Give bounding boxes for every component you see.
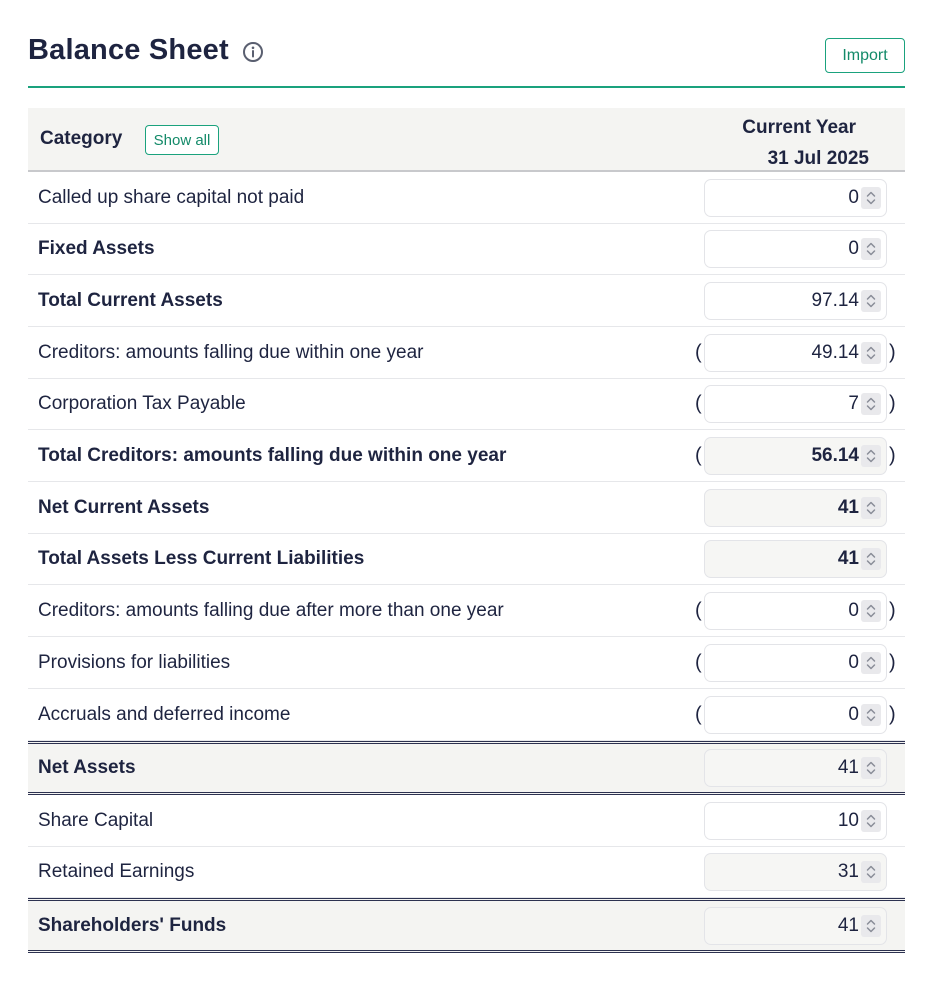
period-column-header: Current Year 31 Jul 2025 [742, 112, 869, 174]
table-row: Corporation Tax Payable () 7 [28, 379, 905, 430]
row-label: Corporation Tax Payable [38, 393, 246, 414]
amount-value: 0 [848, 186, 859, 208]
negative-open-paren: ( [695, 703, 702, 725]
table-row: Provisions for liabilities () 0 [28, 637, 905, 689]
amount-input: 41 [704, 906, 887, 945]
up-down-chevron-icon[interactable] [861, 496, 881, 519]
amount-input[interactable]: 0 [704, 230, 887, 268]
amount-value: 41 [837, 548, 859, 569]
row-label: Net Assets [38, 757, 136, 778]
table-row: Net Current Assets 41 [28, 482, 905, 534]
amount-input[interactable]: 0 [704, 591, 887, 630]
table-row: Retained Earnings 31 [28, 847, 905, 898]
table-row: Share Capital 10 [28, 795, 905, 847]
show-all-button[interactable]: Show all [145, 125, 219, 155]
table-row: Total Current Assets 97.14 [28, 275, 905, 327]
up-down-chevron-icon[interactable] [861, 703, 881, 726]
amount-value: 41 [837, 496, 859, 518]
table-row: Creditors: amounts falling due within on… [28, 327, 905, 379]
table-row: Fixed Assets 0 [28, 224, 905, 275]
amount-value: 0 [848, 238, 859, 259]
table-row: Creditors: amounts falling due after mor… [28, 585, 905, 637]
negative-close-paren: ) [889, 703, 896, 725]
year-header: Current Year [742, 117, 856, 138]
row-label: Total Current Assets [38, 289, 223, 311]
amount-input[interactable]: 49.14 [704, 333, 887, 372]
amount-input: 56.14 [704, 436, 887, 475]
amount-input[interactable]: 7 [704, 385, 887, 423]
row-label: Fixed Assets [38, 238, 155, 259]
up-down-chevron-icon[interactable] [861, 599, 881, 622]
amount-input: 41 [704, 749, 887, 787]
amount-input[interactable]: 0 [704, 178, 887, 217]
up-down-chevron-icon[interactable] [861, 393, 881, 415]
amount-value: 10 [837, 809, 859, 831]
table-header: Category Show all Current Year 31 Jul 20… [28, 108, 905, 172]
amount-value: 0 [848, 703, 859, 725]
row-label: Share Capital [38, 809, 154, 831]
negative-close-paren: ) [889, 341, 896, 363]
negative-close-paren: ) [889, 599, 896, 621]
page-header: Balance Sheet Import [28, 28, 905, 88]
info-icon[interactable] [242, 41, 264, 63]
row-label: Accruals and deferred income [38, 703, 291, 725]
up-down-chevron-icon[interactable] [861, 186, 881, 209]
amount-value: 31 [837, 861, 859, 882]
row-label: Shareholders' Funds [38, 914, 227, 936]
amount-input: 41 [704, 540, 887, 578]
negative-open-paren: ( [695, 444, 702, 466]
amount-input[interactable]: 10 [704, 801, 887, 840]
row-label: Net Current Assets [38, 496, 210, 518]
amount-value: 49.14 [811, 341, 859, 363]
amount-value: 0 [848, 651, 859, 673]
up-down-chevron-icon[interactable] [861, 809, 881, 832]
category-column-header: Category [40, 128, 123, 149]
amount-input: 31 [704, 853, 887, 891]
amount-input: 41 [704, 488, 887, 527]
table-row: Shareholders' Funds 41 [28, 898, 905, 953]
amount-input[interactable]: 97.14 [704, 281, 887, 320]
row-label: Called up share capital not paid [38, 186, 305, 208]
negative-close-paren: ) [889, 651, 896, 673]
amount-value: 97.14 [811, 289, 859, 311]
up-down-chevron-icon[interactable] [861, 548, 881, 570]
negative-open-paren: ( [695, 651, 702, 673]
negative-close-paren: ) [889, 392, 896, 415]
table-row: Accruals and deferred income () 0 [28, 689, 905, 741]
up-down-chevron-icon[interactable] [861, 289, 881, 312]
table-row: Total Assets Less Current Liabilities 41 [28, 534, 905, 585]
amount-value: 41 [837, 914, 859, 936]
row-label: Total Creditors: amounts falling due wit… [38, 444, 507, 466]
import-button[interactable]: Import [825, 38, 905, 73]
negative-close-paren: ) [889, 444, 896, 466]
row-label: Creditors: amounts falling due after mor… [38, 599, 504, 621]
row-label: Creditors: amounts falling due within on… [38, 341, 424, 363]
up-down-chevron-icon[interactable] [861, 444, 881, 467]
negative-open-paren: ( [695, 392, 702, 415]
balance-sheet-table: Category Show all Current Year 31 Jul 20… [28, 108, 905, 953]
negative-open-paren: ( [695, 341, 702, 363]
row-label: Total Assets Less Current Liabilities [38, 548, 365, 569]
table-row: Total Creditors: amounts falling due wit… [28, 430, 905, 482]
up-down-chevron-icon[interactable] [861, 757, 881, 779]
table-row: Called up share capital not paid 0 [28, 172, 905, 224]
up-down-chevron-icon[interactable] [861, 914, 881, 937]
up-down-chevron-icon[interactable] [861, 238, 881, 260]
table-body: Called up share capital not paid 0 Fixed A… [28, 172, 905, 953]
date-header: 31 Jul 2025 [767, 148, 869, 169]
amount-input[interactable]: 0 [704, 695, 887, 734]
amount-value: 56.14 [811, 444, 859, 466]
up-down-chevron-icon[interactable] [861, 861, 881, 883]
row-label: Provisions for liabilities [38, 651, 231, 673]
amount-value: 41 [837, 757, 859, 778]
up-down-chevron-icon[interactable] [861, 651, 881, 674]
negative-open-paren: ( [695, 599, 702, 621]
amount-value: 0 [848, 599, 859, 621]
page-title: Balance Sheet [28, 34, 229, 66]
up-down-chevron-icon[interactable] [861, 341, 881, 364]
table-row: Net Assets 41 [28, 741, 905, 795]
amount-value: 7 [848, 393, 859, 414]
row-label: Retained Earnings [38, 861, 195, 882]
amount-input[interactable]: 0 [704, 643, 887, 682]
